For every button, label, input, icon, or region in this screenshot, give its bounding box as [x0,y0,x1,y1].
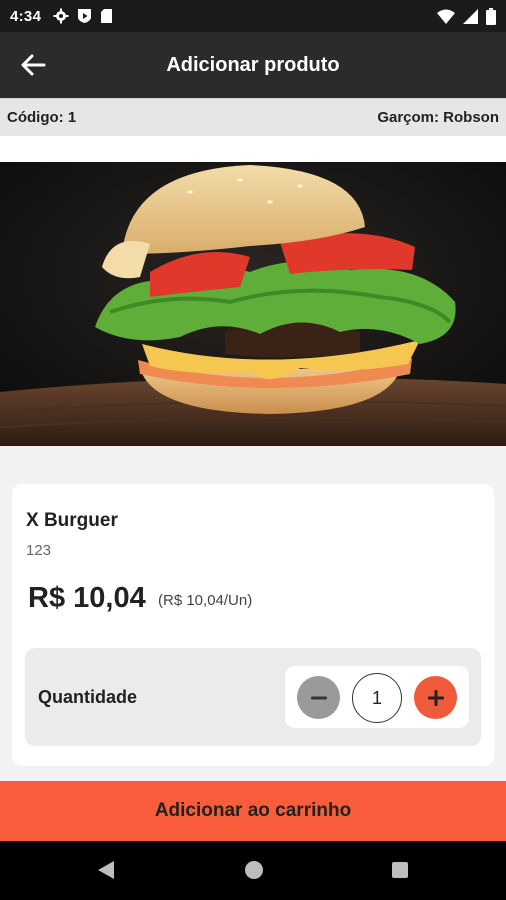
waiter-name: Garçom: Robson [377,109,499,126]
gear-icon [53,8,69,24]
increase-quantity-button[interactable] [414,676,457,719]
status-bar: 4:34 [0,0,506,32]
play-shield-icon [78,9,92,23]
signal-icon [463,8,478,24]
spacer [0,136,506,162]
minus-icon [310,696,327,699]
product-code: 123 [26,542,52,559]
product-price: R$ 10,04 [28,582,146,614]
add-to-cart-button[interactable]: Adicionar ao carrinho [0,781,506,841]
quantity-value[interactable]: 1 [352,673,402,723]
product-card: X Burguer 123 R$ 10,04 (R$ 10,04/Un) Qua… [12,484,494,766]
quantity-section: Quantidade 1 [25,648,481,746]
recents-square-icon[interactable] [390,859,410,881]
sd-card-icon [101,9,113,23]
system-nav-bar [0,841,506,900]
product-unit-price: (R$ 10,04/Un) [158,592,253,609]
product-image [0,162,506,446]
order-code: Código: 1 [7,109,77,126]
quantity-label: Quantidade [38,687,138,707]
battery-icon [486,7,496,25]
back-triangle-icon[interactable] [96,859,116,881]
page-title: Adicionar produto [166,53,340,76]
wifi-icon [437,9,455,24]
order-info-bar: Código: 1 Garçom: Robson [0,98,506,136]
home-circle-icon[interactable] [244,859,264,881]
arrow-left-icon[interactable] [18,51,48,79]
plus-icon [427,689,444,706]
decrease-quantity-button[interactable] [297,676,340,719]
quantity-stepper: 1 [285,666,469,728]
product-name: X Burguer [26,510,118,531]
app-bar: Adicionar produto [0,32,506,98]
status-time: 4:34 [10,7,42,25]
